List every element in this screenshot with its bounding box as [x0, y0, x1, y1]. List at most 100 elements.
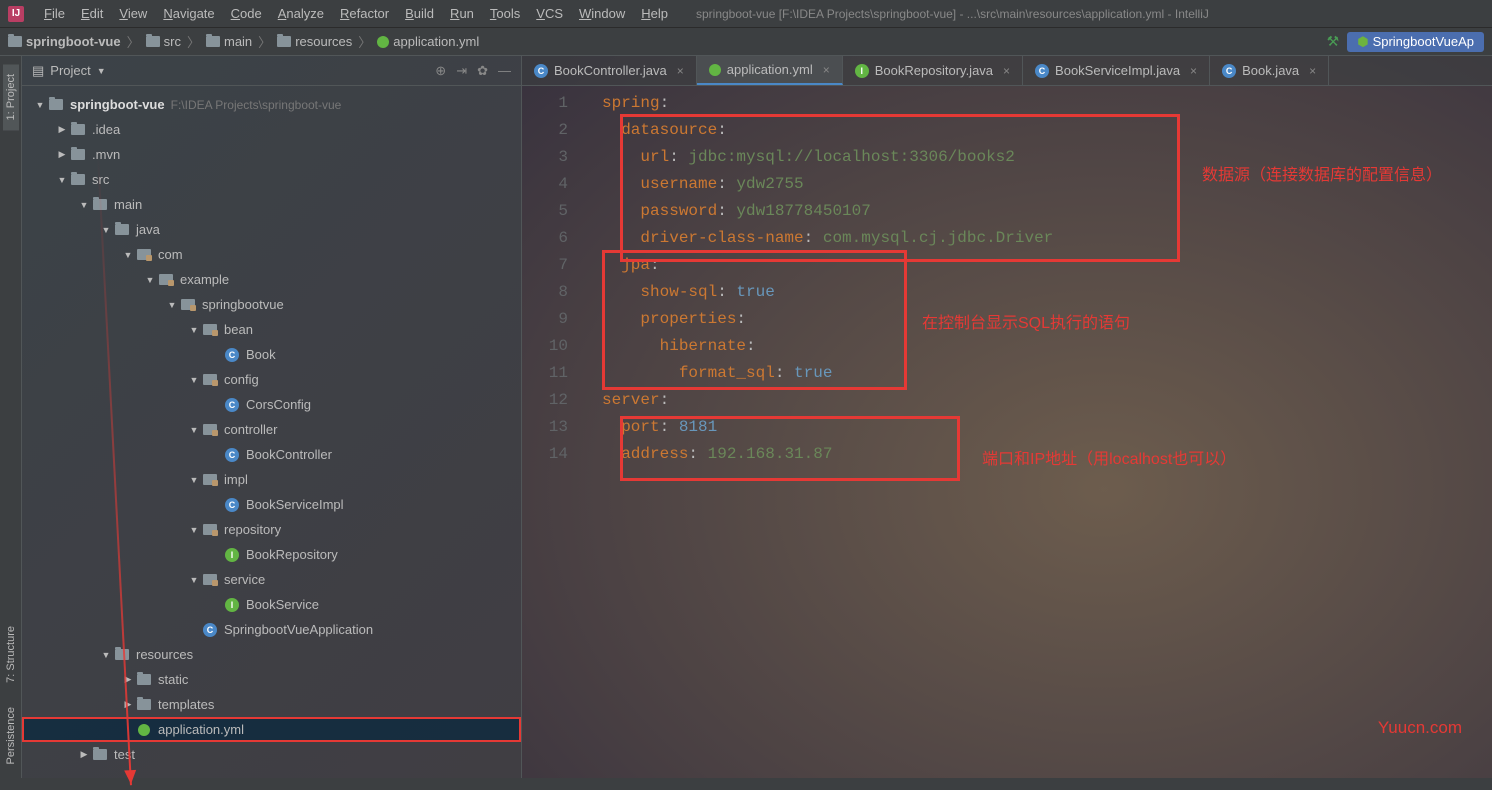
- tree-node[interactable]: IBookRepository: [22, 542, 521, 567]
- code-line[interactable]: port: 8181: [602, 414, 1492, 441]
- code-line[interactable]: username: ydw2755: [602, 171, 1492, 198]
- menu-file[interactable]: File: [36, 6, 73, 21]
- project-tool-tab[interactable]: 1: Project: [3, 64, 19, 130]
- editor-tab[interactable]: CBookController.java×: [522, 56, 697, 85]
- expand-arrow-icon[interactable]: ▼: [100, 650, 112, 660]
- expand-arrow-icon[interactable]: ▼: [188, 425, 200, 435]
- expand-arrow-icon[interactable]: ▼: [100, 225, 112, 235]
- tree-node[interactable]: ▼src: [22, 167, 521, 192]
- code-line[interactable]: properties:: [602, 306, 1492, 333]
- menu-navigate[interactable]: Navigate: [155, 6, 222, 21]
- dropdown-icon[interactable]: ▼: [97, 66, 106, 76]
- expand-arrow-icon[interactable]: ▶: [78, 749, 90, 760]
- menu-vcs[interactable]: VCS: [528, 6, 571, 21]
- breadcrumb-item[interactable]: main: [206, 34, 252, 49]
- breadcrumb-item[interactable]: resources: [277, 34, 352, 49]
- tree-node[interactable]: ▼com: [22, 242, 521, 267]
- tree-node[interactable]: CSpringbootVueApplication: [22, 617, 521, 642]
- close-icon[interactable]: ×: [1190, 64, 1197, 78]
- tree-node[interactable]: ▶templates: [22, 692, 521, 717]
- expand-arrow-icon[interactable]: ▼: [188, 475, 200, 485]
- expand-arrow-icon[interactable]: ▼: [188, 375, 200, 385]
- editor-tab[interactable]: CBookServiceImpl.java×: [1023, 56, 1210, 85]
- editor-tab[interactable]: application.yml×: [697, 56, 843, 85]
- code-line[interactable]: address: 192.168.31.87: [602, 441, 1492, 468]
- expand-arrow-icon[interactable]: ▶: [122, 674, 134, 685]
- code-line[interactable]: spring:: [602, 90, 1492, 117]
- code-line[interactable]: hibernate:: [602, 333, 1492, 360]
- tree-node[interactable]: ▼main: [22, 192, 521, 217]
- code-line[interactable]: datasource:: [602, 117, 1492, 144]
- tree-node[interactable]: ▼repository: [22, 517, 521, 542]
- code-line[interactable]: driver-class-name: com.mysql.cj.jdbc.Dri…: [602, 225, 1492, 252]
- locate-icon[interactable]: ⊕: [435, 63, 446, 79]
- tree-node[interactable]: ▶.mvn: [22, 142, 521, 167]
- tree-node[interactable]: application.yml: [22, 717, 521, 742]
- expand-arrow-icon[interactable]: ▶: [122, 699, 134, 710]
- menu-window[interactable]: Window: [571, 6, 633, 21]
- expand-arrow-icon[interactable]: ▼: [122, 250, 134, 260]
- expand-arrow-icon[interactable]: ▼: [56, 175, 68, 185]
- menu-run[interactable]: Run: [442, 6, 482, 21]
- persistence-tool-tab[interactable]: Persistence: [3, 697, 19, 774]
- expand-arrow-icon[interactable]: ▶: [56, 149, 68, 160]
- hide-icon[interactable]: —: [498, 63, 511, 79]
- close-icon[interactable]: ×: [677, 64, 684, 78]
- expand-arrow-icon[interactable]: ▶: [56, 124, 68, 135]
- close-icon[interactable]: ×: [1003, 64, 1010, 78]
- breadcrumb-item[interactable]: springboot-vue: [8, 34, 121, 49]
- tree-node[interactable]: ▼impl: [22, 467, 521, 492]
- code-line[interactable]: show-sql: true: [602, 279, 1492, 306]
- menu-refactor[interactable]: Refactor: [332, 6, 397, 21]
- build-icon[interactable]: ⚒: [1327, 33, 1340, 50]
- code-editor[interactable]: 1234567891011121314 数据源（连接数据库的配置信息） 在控制台…: [522, 86, 1492, 468]
- project-tree[interactable]: ▼springboot-vueF:\IDEA Projects\springbo…: [22, 86, 521, 773]
- code-line[interactable]: server:: [602, 387, 1492, 414]
- menu-build[interactable]: Build: [397, 6, 442, 21]
- tree-node[interactable]: ▼resources: [22, 642, 521, 667]
- tree-node[interactable]: ▼java: [22, 217, 521, 242]
- expand-arrow-icon[interactable]: ▼: [34, 100, 46, 110]
- close-icon[interactable]: ×: [1309, 64, 1316, 78]
- tree-node[interactable]: CCorsConfig: [22, 392, 521, 417]
- expand-arrow-icon[interactable]: ▼: [188, 575, 200, 585]
- tree-node[interactable]: CBookServiceImpl: [22, 492, 521, 517]
- menu-help[interactable]: Help: [633, 6, 676, 21]
- tree-node[interactable]: IBookService: [22, 592, 521, 617]
- code-line[interactable]: jpa:: [602, 252, 1492, 279]
- tree-node[interactable]: ▼config: [22, 367, 521, 392]
- code-line[interactable]: url: jdbc:mysql://localhost:3306/books2: [602, 144, 1492, 171]
- editor-tab[interactable]: CBook.java×: [1210, 56, 1329, 85]
- menu-edit[interactable]: Edit: [73, 6, 111, 21]
- breadcrumb-item[interactable]: application.yml: [377, 34, 479, 49]
- expand-arrow-icon[interactable]: ▼: [188, 325, 200, 335]
- run-config-selector[interactable]: ⬢ SpringbootVueAp: [1347, 32, 1484, 52]
- expand-arrow-icon[interactable]: ▼: [166, 300, 178, 310]
- code-line[interactable]: format_sql: true: [602, 360, 1492, 387]
- expand-arrow-icon[interactable]: ▼: [78, 200, 90, 210]
- editor-tab[interactable]: IBookRepository.java×: [843, 56, 1023, 85]
- tree-node[interactable]: CBookController: [22, 442, 521, 467]
- tree-node[interactable]: ▼example: [22, 267, 521, 292]
- structure-tool-tab[interactable]: 7: Structure: [3, 616, 19, 693]
- menu-analyze[interactable]: Analyze: [270, 6, 332, 21]
- tree-node[interactable]: ▼springboot-vueF:\IDEA Projects\springbo…: [22, 92, 521, 117]
- menu-view[interactable]: View: [111, 6, 155, 21]
- tree-node[interactable]: ▼springbootvue: [22, 292, 521, 317]
- tree-node[interactable]: ▼bean: [22, 317, 521, 342]
- settings-icon[interactable]: ✿: [477, 63, 488, 79]
- collapse-icon[interactable]: ⇥: [456, 63, 467, 79]
- breadcrumb-item[interactable]: src: [146, 34, 181, 49]
- expand-arrow-icon[interactable]: ▼: [144, 275, 156, 285]
- tree-node[interactable]: ▼controller: [22, 417, 521, 442]
- menu-tools[interactable]: Tools: [482, 6, 528, 21]
- menu-code[interactable]: Code: [223, 6, 270, 21]
- tree-node[interactable]: ▶static: [22, 667, 521, 692]
- tree-node[interactable]: ▶test: [22, 742, 521, 767]
- code-line[interactable]: password: ydw18778450107: [602, 198, 1492, 225]
- tree-node[interactable]: ▼service: [22, 567, 521, 592]
- expand-arrow-icon[interactable]: ▼: [188, 525, 200, 535]
- tree-node[interactable]: ▶.idea: [22, 117, 521, 142]
- tree-node[interactable]: CBook: [22, 342, 521, 367]
- close-icon[interactable]: ×: [823, 63, 830, 77]
